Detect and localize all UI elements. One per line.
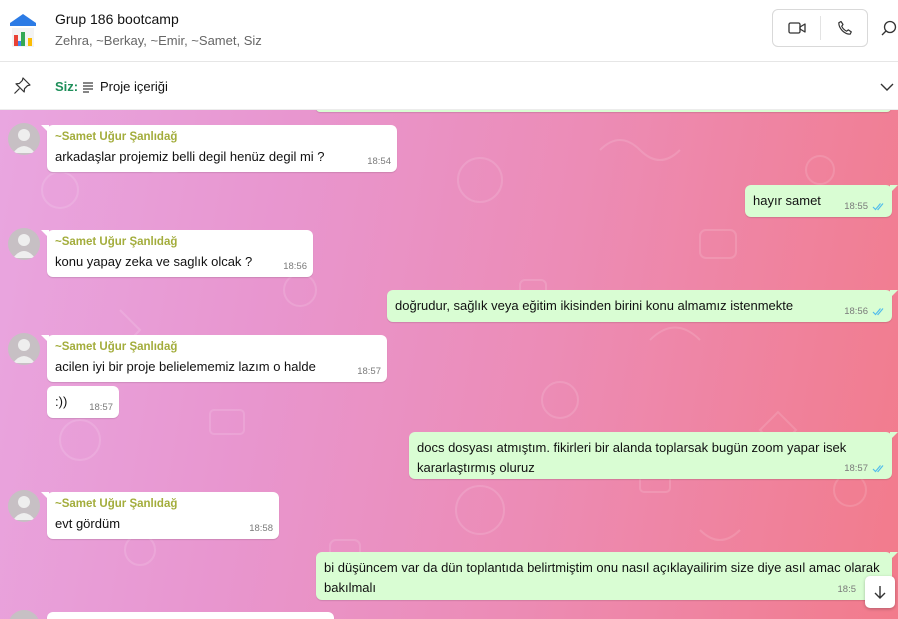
chevron-down-icon[interactable] [878, 78, 896, 96]
message-time: 18:57 [844, 463, 886, 474]
message-bubble-incoming[interactable]: :)) 18:57 [47, 386, 119, 418]
message-time: 18:58 [249, 523, 273, 534]
message-text: bi düşüncem var da dün toplantıda belirt… [324, 560, 880, 595]
message-bubble-incoming[interactable]: ~Samet Uğur Şanlıdağ arkadaşlar projemiz… [41, 125, 397, 172]
chat-members: Zehra, ~Berkay, ~Emir, ~Samet, Siz [55, 33, 262, 48]
search-icon [881, 20, 897, 36]
message-time: 18:56 [283, 261, 307, 272]
message-time: 18:56 [844, 306, 886, 317]
default-avatar-icon[interactable] [8, 490, 40, 522]
search-button[interactable] [878, 14, 898, 44]
document-icon [83, 82, 93, 93]
double-check-icon [872, 203, 884, 211]
message-sender[interactable]: ~Samet Uğur Şanlıdağ [55, 341, 379, 353]
group-avatar[interactable] [7, 11, 39, 49]
message-time: 18:55 [844, 201, 886, 212]
default-avatar-icon[interactable] [8, 333, 40, 365]
message-time: 18:54 [367, 156, 391, 167]
message-text: evt gördüm [55, 516, 121, 531]
message-bubble-outgoing[interactable]: docs dosyası atmıştım. fikirleri bir ala… [409, 432, 898, 479]
message-text: konu yapay zeka ve saglık olcak ? [55, 254, 253, 269]
default-avatar-icon[interactable] [8, 228, 40, 260]
message-bubble-outgoing[interactable]: bi düşüncem var da dün toplantıda belirt… [316, 552, 898, 600]
scroll-to-bottom-button[interactable] [865, 576, 895, 608]
message-time: 18:57 [357, 366, 381, 377]
default-avatar-icon[interactable] [8, 123, 40, 155]
message-text: acilen iyi bir proje belielememiz lazım … [55, 359, 316, 374]
message-sender[interactable]: ~Samet Uğur Şanlıdağ [55, 498, 271, 510]
message-sender[interactable]: ~Samet Uğur Şanlıdağ [55, 236, 305, 248]
pinned-message-bar[interactable]: Siz: Proje içeriği [0, 62, 898, 110]
pinned-sender: Siz: [55, 79, 79, 94]
message-bubble-incoming[interactable]: ~Samet Uğur Şanlıdağ konu yapay zeka ve … [41, 230, 313, 277]
message-text: doğrudur, sağlık veya eğitim ikisinden b… [395, 298, 794, 313]
message-list[interactable]: ~Samet Uğur Şanlıdağ arkadaşlar projemiz… [0, 110, 898, 619]
message-text: docs dosyası atmıştım. fikirleri bir ala… [417, 440, 847, 475]
pin-icon [14, 77, 31, 94]
message-time: 18:5 [837, 584, 857, 595]
message-sender[interactable]: ~Samet Uğur Şanlıdağ [55, 131, 389, 143]
message-bubble-outgoing-partial[interactable] [316, 110, 891, 112]
message-bubble-outgoing[interactable]: hayır samet 18:55 [745, 185, 898, 217]
voice-call-button[interactable] [821, 10, 868, 46]
message-text: arkadaşlar projemiz belli degil henüz de… [55, 149, 325, 164]
message-bubble-incoming-partial[interactable] [47, 612, 334, 619]
voice-call-icon [837, 20, 852, 35]
call-button-group [772, 9, 868, 47]
message-time: 18:57 [89, 402, 113, 413]
message-bubble-outgoing[interactable]: doğrudur, sağlık veya eğitim ikisinden b… [387, 290, 898, 322]
pinned-text: Proje içeriği [100, 79, 168, 94]
video-call-icon [787, 22, 806, 34]
arrow-down-icon [874, 586, 886, 599]
message-bubble-incoming[interactable]: ~Samet Uğur Şanlıdağ acilen iyi bir proj… [41, 335, 387, 382]
chat-header: Grup 186 bootcamp Zehra, ~Berkay, ~Emir,… [0, 0, 898, 62]
chat-title: Grup 186 bootcamp [55, 11, 179, 27]
message-bubble-incoming[interactable]: ~Samet Uğur Şanlıdağ evt gördüm 18:58 [41, 492, 279, 539]
double-check-icon [872, 308, 884, 316]
double-check-icon [872, 465, 884, 473]
video-call-button[interactable] [773, 10, 820, 46]
